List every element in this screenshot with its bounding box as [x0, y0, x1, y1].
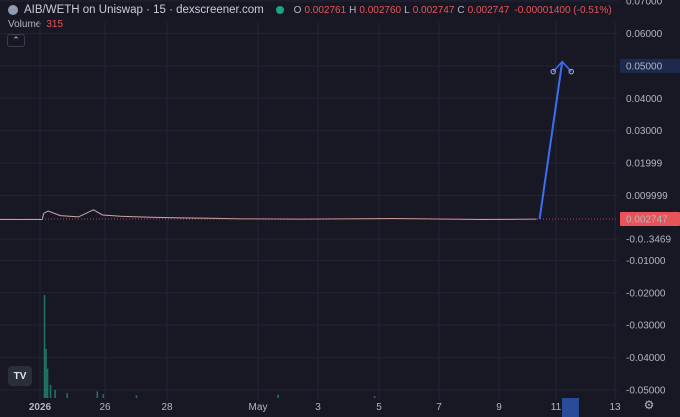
- volume-bar: [277, 394, 279, 398]
- x-tick-label: 5: [376, 402, 382, 413]
- y-tick-label: 0.07000: [626, 0, 663, 8]
- x-tick-label: 2026: [29, 402, 52, 413]
- time-axis: 2026 26 28 May 3 5 7 9 11 13: [29, 398, 621, 417]
- volume-bar: [43, 295, 46, 398]
- volume-bar: [54, 389, 56, 398]
- current-price-label: 0.002747: [626, 215, 668, 226]
- volume-bar: [66, 393, 68, 398]
- x-tick-label: 7: [436, 402, 442, 413]
- y-tick-label: -0.04000: [626, 353, 666, 364]
- x-tick-label: 28: [161, 402, 173, 413]
- y-tick-label: -0.01000: [626, 256, 666, 267]
- volume-bar: [135, 395, 138, 398]
- y-tick-label: -0.0..3469: [626, 235, 671, 246]
- y-tick-label: 0.01999: [626, 159, 663, 170]
- x-tick-label: 9: [496, 402, 502, 413]
- x-tick-label: May: [249, 402, 268, 413]
- y-tick-label: 0.04000: [626, 94, 663, 105]
- y-tick-label: 0.009999: [626, 191, 668, 202]
- y-tick-label: -0.05000: [626, 386, 666, 397]
- y-tick-label: 0.03000: [626, 126, 663, 137]
- price-axis: 0.07000 0.06000 0.05000 0.04000 0.03000 0.019…: [620, 0, 680, 397]
- tradingview-logo-icon[interactable]: TV: [8, 366, 32, 386]
- volume-bar: [46, 368, 49, 398]
- x-tick-label: 3: [315, 402, 321, 413]
- x-tick-label: 13: [609, 402, 621, 413]
- time-range-highlight: [562, 398, 579, 417]
- volume-bar: [45, 348, 47, 398]
- y-tick-label: 0.05000: [626, 61, 663, 72]
- price-line: [0, 209, 537, 220]
- trend-line-handle: [568, 68, 574, 75]
- price-chart[interactable]: 0.002747 0.070000.060000.050000.040000.0…: [0, 0, 680, 417]
- price-series: 0.002747: [0, 209, 680, 227]
- y-tick-label: -0.02000: [626, 288, 666, 299]
- volume-bars: [43, 295, 376, 398]
- trend-line-handle: [550, 68, 556, 75]
- y-tick-label: -0.03000: [626, 321, 666, 332]
- volume-bar: [96, 391, 99, 398]
- volume-bar: [49, 384, 52, 398]
- y-tick-label: 0.06000: [626, 29, 663, 40]
- chart-grid: [0, 0, 618, 400]
- settings-gear-icon[interactable]: ⚙: [642, 398, 656, 412]
- x-tick-label: 26: [99, 402, 111, 413]
- x-tick-label: 11: [551, 402, 562, 413]
- volume-bar: [373, 396, 376, 398]
- volume-bar: [102, 394, 105, 398]
